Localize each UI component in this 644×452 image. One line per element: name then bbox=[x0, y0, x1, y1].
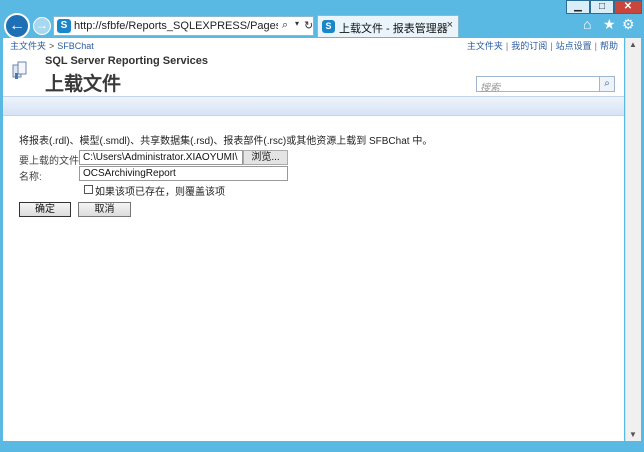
toolbar-band bbox=[3, 96, 624, 116]
maximize-button[interactable]: □ bbox=[590, 0, 614, 14]
search-button[interactable]: ⌕ bbox=[599, 76, 615, 92]
app-name: SQL Server Reporting Services bbox=[45, 55, 209, 67]
help-link[interactable]: 帮助 bbox=[600, 41, 618, 51]
ok-button[interactable]: 确定 bbox=[19, 202, 71, 217]
forward-arrow-icon: → bbox=[36, 18, 48, 32]
address-url[interactable]: http://sfbfe/Reports_SQLEXPRESS/Pages/Im… bbox=[74, 20, 278, 32]
cancel-button[interactable]: 取消 bbox=[78, 202, 131, 217]
back-arrow-icon: ← bbox=[9, 17, 25, 34]
tab-close-icon[interactable]: × bbox=[447, 19, 453, 31]
search-icon: ⌕ bbox=[604, 78, 610, 89]
site-settings-link[interactable]: 站点设置 bbox=[556, 41, 592, 51]
chevron-down-icon[interactable]: ▾ bbox=[295, 19, 299, 28]
link-separator: | bbox=[594, 41, 597, 51]
reporting-services-logo-icon bbox=[12, 61, 27, 79]
link-separator: | bbox=[550, 41, 553, 51]
forward-button[interactable]: → bbox=[33, 17, 51, 35]
page-title: 上载文件 bbox=[45, 74, 122, 95]
site-icon: S bbox=[57, 19, 71, 33]
favorites-icon[interactable]: ★ bbox=[603, 16, 616, 33]
name-label: 名称: bbox=[19, 172, 42, 183]
overwrite-label: 如果该项已存在，则覆盖该项 bbox=[95, 187, 225, 198]
search-icon[interactable]: ⌕ bbox=[282, 19, 288, 32]
link-separator: | bbox=[505, 41, 509, 51]
scroll-up-icon[interactable]: ▲ bbox=[629, 40, 637, 49]
tab-title: 上载文件 - 报表管理器 bbox=[339, 23, 448, 35]
browser-window: ▁ □ ✕ ← → S http://sfbfe/Reports_SQLEXPR… bbox=[0, 0, 644, 452]
back-button[interactable]: ← bbox=[4, 13, 30, 39]
upload-description: 将报表(.rdl)、模型(.smdl)、共享数据集(.rsd)、报表部件(.rs… bbox=[19, 136, 433, 147]
gear-icon[interactable]: ⚙ bbox=[622, 16, 635, 33]
file-to-upload-label: 要上载的文件: bbox=[19, 156, 82, 167]
my-subscriptions-link[interactable]: 我的订阅 bbox=[511, 41, 547, 51]
top-links: 主文件夹 | 我的订阅 | 站点设置 | 帮助 bbox=[467, 39, 618, 52]
file-path-input[interactable]: C:\Users\Administrator.XIAOYUMI\ bbox=[79, 150, 243, 165]
browser-tab[interactable]: S 上载文件 - 报表管理器 × bbox=[317, 15, 459, 37]
close-window-button[interactable]: ✕ bbox=[614, 0, 642, 14]
breadcrumb-home-link[interactable]: 主文件夹 bbox=[10, 41, 46, 51]
refresh-icon[interactable]: ↻ bbox=[304, 19, 313, 32]
browse-button[interactable]: 浏览... bbox=[243, 150, 288, 165]
breadcrumb-current-link[interactable]: SFBChat bbox=[57, 41, 94, 51]
breadcrumb-separator: > bbox=[49, 41, 55, 51]
search-input[interactable]: 搜索 bbox=[476, 76, 600, 94]
scroll-down-icon[interactable]: ▼ bbox=[629, 430, 637, 439]
overwrite-checkbox[interactable] bbox=[84, 185, 93, 194]
tab-site-icon: S bbox=[322, 20, 335, 33]
vertical-scrollbar[interactable]: ▲ ▼ bbox=[625, 38, 641, 441]
home-folder-link[interactable]: 主文件夹 bbox=[467, 41, 503, 51]
home-icon[interactable]: ⌂ bbox=[583, 16, 591, 32]
address-bar[interactable]: S http://sfbfe/Reports_SQLEXPRESS/Pages/… bbox=[53, 16, 314, 36]
breadcrumb: 主文件夹 > SFBChat bbox=[10, 39, 94, 52]
page-content: 主文件夹 > SFBChat 主文件夹 | 我的订阅 | 站点设置 | 帮助 SQL Serve… bbox=[3, 38, 624, 441]
name-input[interactable]: OCSArchivingReport bbox=[79, 166, 288, 181]
top-link-band: 主文件夹 > SFBChat 主文件夹 | 我的订阅 | 站点设置 | 帮助 bbox=[3, 38, 624, 52]
minimize-button[interactable]: ▁ bbox=[566, 0, 590, 14]
